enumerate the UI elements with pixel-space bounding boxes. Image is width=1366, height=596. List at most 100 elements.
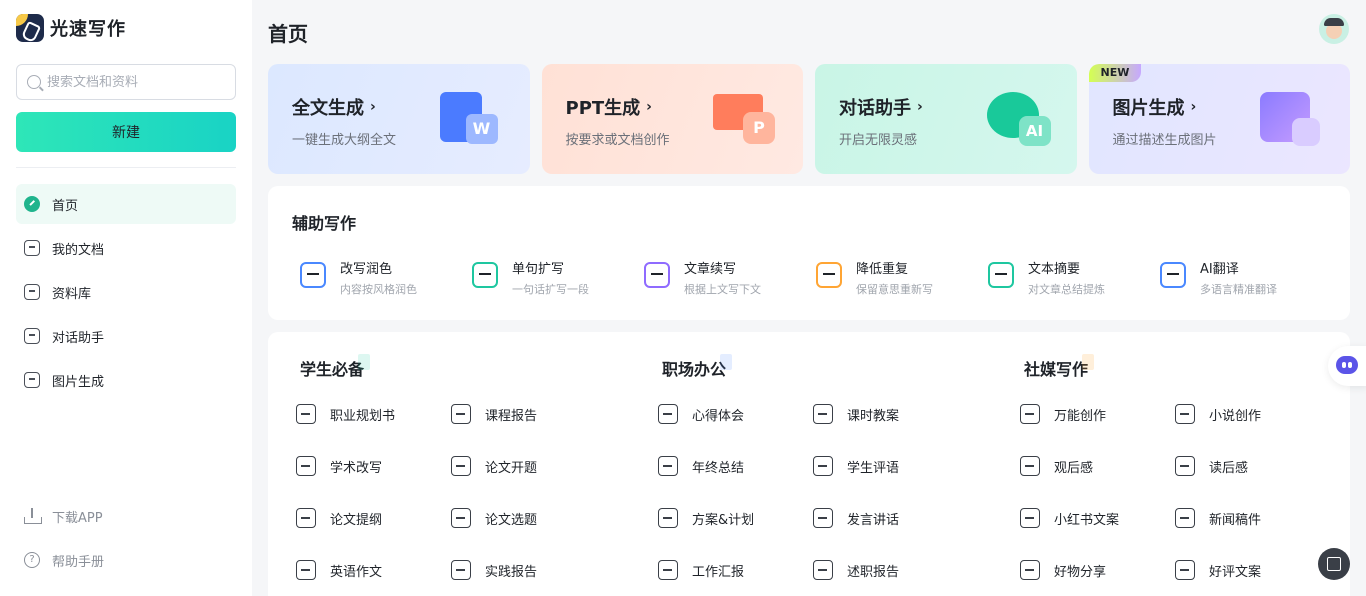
template-positive-review[interactable]: 好评文案 bbox=[1175, 560, 1330, 580]
user-avatar[interactable] bbox=[1319, 14, 1349, 44]
template-english-essay[interactable]: 英语作文 bbox=[296, 560, 451, 580]
card-image-generation[interactable]: NEW 图片生成 › 通过描述生成图片 bbox=[1088, 64, 1350, 174]
reduce-document-icon bbox=[816, 262, 842, 288]
floating-assistant-button[interactable] bbox=[1328, 346, 1366, 386]
sidebar-item-image-generation[interactable]: 图片生成 bbox=[16, 360, 236, 400]
tool-title: 文本摘要 bbox=[1028, 262, 1081, 277]
template-thesis-proposal[interactable]: 论文开题 bbox=[451, 456, 606, 476]
sidebar-item-label: 我的文档 bbox=[52, 242, 105, 258]
template-grid: 职业规划书 课程报告 学术改写 论文开题 论文提纲 论文选题 英语作文 实践报告 bbox=[296, 404, 636, 580]
template-career-plan[interactable]: 职业规划书 bbox=[296, 404, 451, 424]
card-full-text-generation[interactable]: 全文生成 › 一键生成大纲全文 W bbox=[268, 64, 530, 174]
template-universal-creation[interactable]: 万能创作 bbox=[1020, 404, 1175, 424]
tool-subtitle: 一句话扩写一段 bbox=[512, 283, 589, 296]
tool-text: AI翻译多语言精准翻译 bbox=[1200, 258, 1277, 297]
tool-text-summary[interactable]: 文本摘要对文章总结提炼 bbox=[988, 258, 1160, 297]
template-xiaohongshu-copy[interactable]: 小红书文案 bbox=[1020, 508, 1175, 528]
template-academic-rewrite[interactable]: 学术改写 bbox=[296, 456, 451, 476]
card-chat-assistant[interactable]: 对话助手 › 开启无限灵感 AI bbox=[815, 64, 1077, 174]
new-button[interactable]: 新建 bbox=[16, 112, 236, 152]
tool-subtitle: 对文章总结提炼 bbox=[1028, 283, 1105, 296]
sidebar-item-label: 对话助手 bbox=[52, 330, 105, 346]
template-thesis-outline[interactable]: 论文提纲 bbox=[296, 508, 451, 528]
card-badge-text: W bbox=[465, 114, 498, 144]
search-box[interactable] bbox=[16, 64, 236, 100]
template-practice-report[interactable]: 实践报告 bbox=[451, 560, 606, 580]
thumbs-up-icon bbox=[1175, 560, 1195, 580]
template-label: 学生评语 bbox=[847, 460, 900, 476]
app-logo[interactable]: 光速写作 bbox=[16, 14, 126, 42]
template-book-review[interactable]: 读后感 bbox=[1175, 456, 1330, 476]
image-icon bbox=[24, 372, 40, 388]
tool-title: 文章续写 bbox=[684, 262, 737, 277]
template-product-share[interactable]: 好物分享 bbox=[1020, 560, 1175, 580]
sidebar-item-home[interactable]: 首页 bbox=[16, 184, 236, 224]
tool-subtitle: 多语言精准翻译 bbox=[1200, 283, 1277, 296]
card-title-text: 全文生成 bbox=[292, 98, 364, 119]
text-box-icon bbox=[1020, 508, 1040, 528]
sidebar-item-my-documents[interactable]: 我的文档 bbox=[16, 228, 236, 268]
floating-feedback-button[interactable] bbox=[1318, 548, 1350, 580]
template-label: 新闻稿件 bbox=[1209, 512, 1262, 528]
sidebar-item-label: 首页 bbox=[52, 198, 79, 214]
monitor-report-icon bbox=[658, 560, 678, 580]
template-label: 学术改写 bbox=[330, 460, 383, 476]
card-title-text: 对话助手 bbox=[839, 98, 911, 119]
novel-pen-icon bbox=[1175, 404, 1195, 424]
sidebar-item-label: 图片生成 bbox=[52, 374, 105, 390]
template-speech[interactable]: 发言讲话 bbox=[813, 508, 968, 528]
help-manual-label: 帮助手册 bbox=[52, 554, 105, 570]
tool-text: 文章续写 根据上文写下文 bbox=[684, 258, 761, 297]
template-work-report[interactable]: 工作汇报 bbox=[658, 560, 813, 580]
template-reflections[interactable]: 心得体会 bbox=[658, 404, 813, 424]
template-plan[interactable]: 方案&计划 bbox=[658, 508, 813, 528]
assist-tools: 改写润色 内容按风格润色 单句扩写 一句话扩写一段 文章续写 根据上文写下文 降低重复… bbox=[300, 258, 1332, 297]
translate-icon bbox=[1160, 262, 1186, 288]
template-year-end-summary[interactable]: 年终总结 bbox=[658, 456, 813, 476]
english-essay-icon bbox=[296, 560, 316, 580]
template-novel-creation[interactable]: 小说创作 bbox=[1175, 404, 1330, 424]
download-app-link[interactable]: 下载APP bbox=[16, 496, 236, 536]
tool-title: AI翻译 bbox=[1200, 262, 1239, 277]
template-label: 工作汇报 bbox=[692, 564, 745, 580]
template-duty-report[interactable]: 述职报告 bbox=[813, 560, 968, 580]
section-title: 职场办公 bbox=[662, 354, 733, 380]
help-manual-link[interactable]: ? 帮助手册 bbox=[16, 540, 236, 580]
template-label: 论文选题 bbox=[485, 512, 538, 528]
magic-tools-icon bbox=[1020, 404, 1040, 424]
sidebar-item-chat-assistant[interactable]: 对话助手 bbox=[16, 316, 236, 356]
search-input[interactable] bbox=[47, 74, 227, 90]
template-label: 读后感 bbox=[1209, 460, 1249, 476]
lesson-plan-icon bbox=[813, 404, 833, 424]
template-movie-review[interactable]: 观后感 bbox=[1020, 456, 1175, 476]
report-chart-icon bbox=[451, 404, 471, 424]
thesis-proposal-icon bbox=[451, 456, 471, 476]
page-title: 首页 bbox=[268, 22, 308, 46]
tool-ai-translate[interactable]: AI翻译多语言精准翻译 bbox=[1160, 258, 1332, 297]
template-thesis-topic[interactable]: 论文选题 bbox=[451, 508, 606, 528]
template-news-release[interactable]: 新闻稿件 bbox=[1175, 508, 1330, 528]
logo-icon bbox=[16, 14, 44, 42]
template-lesson-plan[interactable]: 课时教案 bbox=[813, 404, 968, 424]
robot-icon bbox=[1336, 356, 1358, 374]
tool-sentence-expand[interactable]: 单句扩写 一句话扩写一段 bbox=[472, 258, 644, 297]
sidebar-item-library[interactable]: 资料库 bbox=[16, 272, 236, 312]
card-ppt-generation[interactable]: PPT生成 › 按要求或文档创作 P bbox=[541, 64, 803, 174]
tool-rewrite-polish[interactable]: 改写润色 内容按风格润色 bbox=[300, 258, 472, 297]
download-app-label: 下载APP bbox=[52, 510, 103, 526]
share-people-icon bbox=[1020, 560, 1040, 580]
section-workplace: 职场办公 心得体会 课时教案 年终总结 学生评语 方案&计划 发言讲话 工作汇报… bbox=[658, 354, 998, 580]
card-title-text: 图片生成 bbox=[1112, 98, 1185, 119]
template-course-report[interactable]: 课程报告 bbox=[451, 404, 606, 424]
tool-title: 降低重复 bbox=[856, 262, 909, 277]
sparkle-rewrite-icon bbox=[300, 262, 326, 288]
chevron-right-icon: › bbox=[1190, 99, 1197, 115]
document-icon bbox=[24, 240, 40, 256]
template-label: 年终总结 bbox=[692, 460, 745, 476]
card-badge-text: AI bbox=[1018, 116, 1051, 146]
sidebar: 光速写作 新建 首页 我的文档 资料库 对话助手 图片生成 bbox=[0, 0, 252, 596]
template-student-comments[interactable]: 学生评语 bbox=[813, 456, 968, 476]
template-label: 课时教案 bbox=[847, 408, 900, 424]
tool-reduce-duplication[interactable]: 降低重复 保留意思重新写 bbox=[816, 258, 988, 297]
tool-continue-writing[interactable]: 文章续写 根据上文写下文 bbox=[644, 258, 816, 297]
